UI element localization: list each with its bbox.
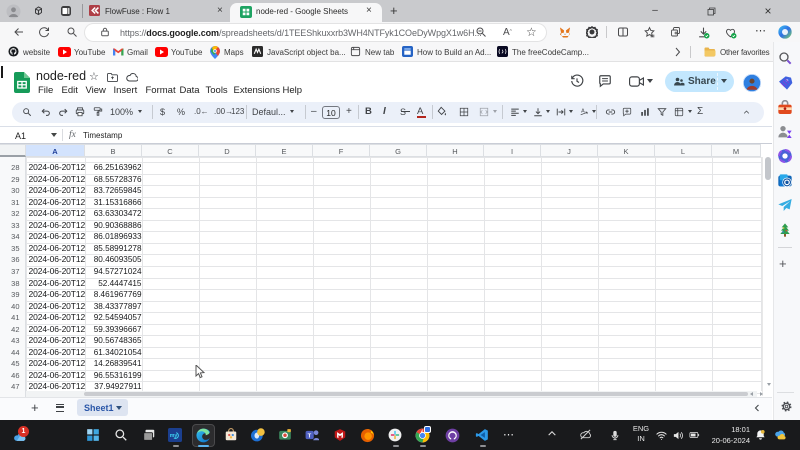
svg-text:T: T [308,433,312,439]
